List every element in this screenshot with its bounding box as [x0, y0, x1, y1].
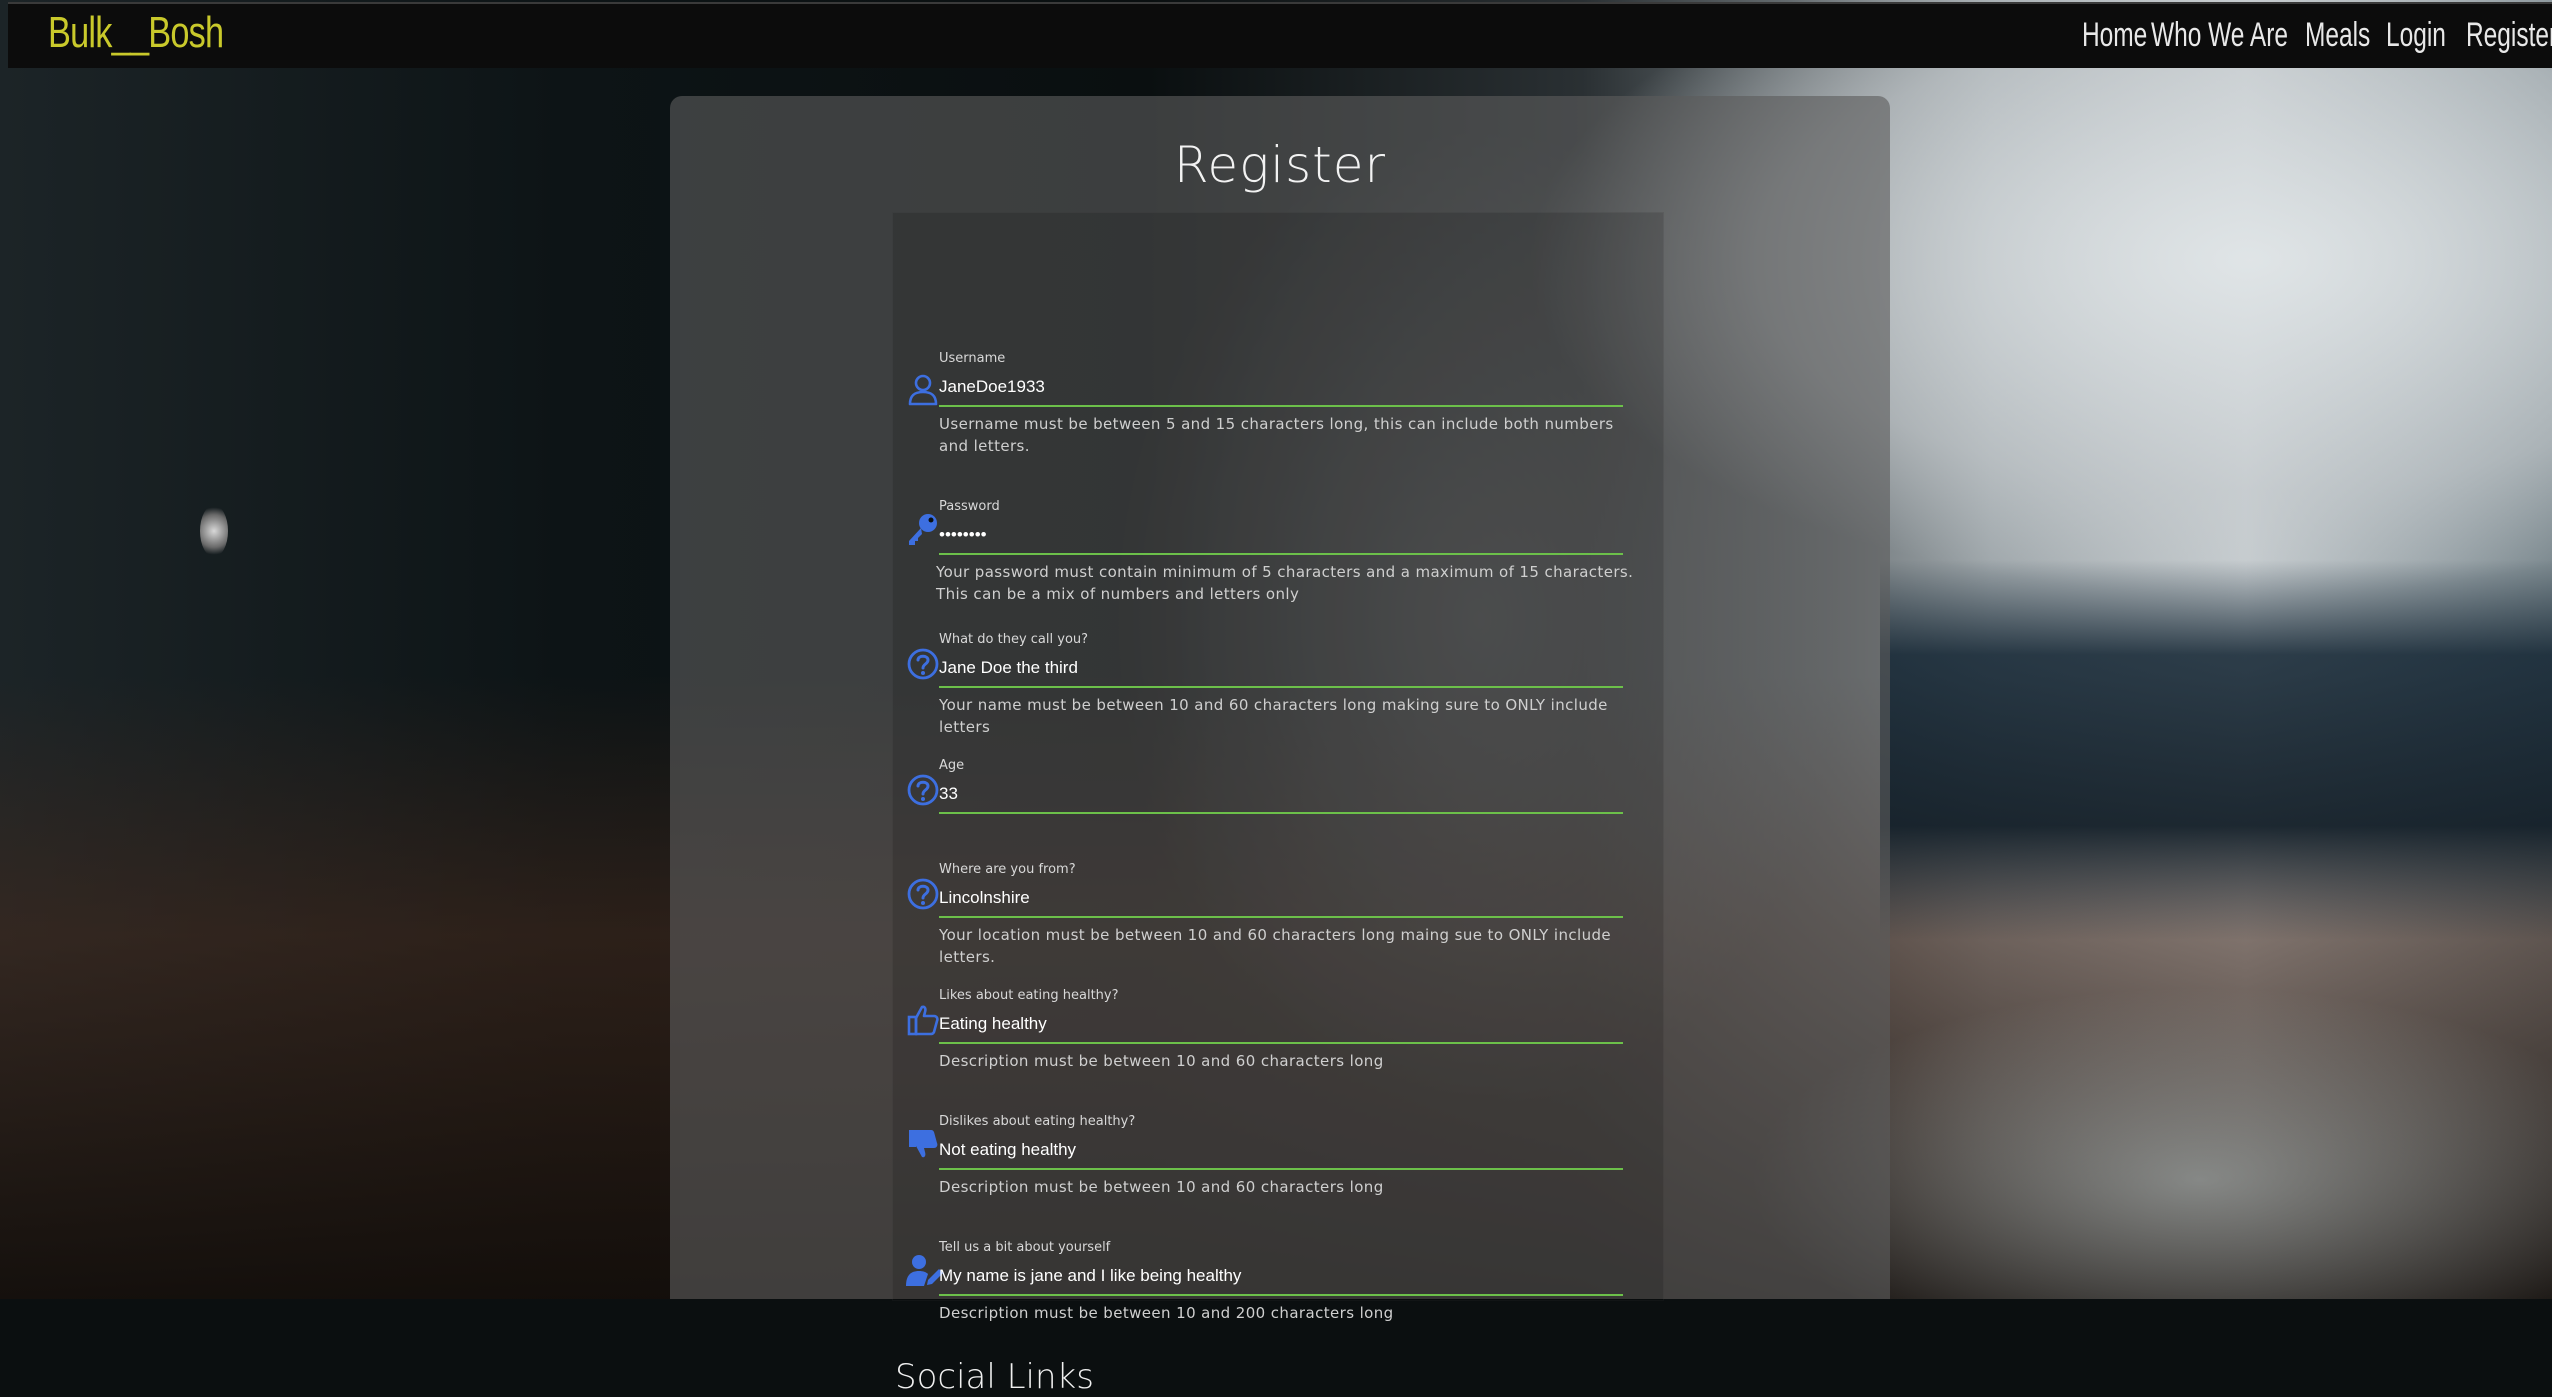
username-help: Username must be between 5 and 15 charac… — [939, 415, 1614, 455]
nav-login[interactable]: Login — [2386, 16, 2446, 55]
age-label: Age — [939, 758, 965, 773]
register-form: Username Username must be between 5 and … — [892, 212, 1664, 1397]
password-input[interactable] — [939, 517, 1623, 555]
key-icon — [905, 511, 941, 547]
question-circle-icon — [905, 876, 941, 912]
user-edit-icon — [905, 1252, 943, 1288]
name-label: What do they call you? — [939, 632, 1089, 647]
question-circle-icon — [905, 646, 941, 682]
background-shade — [1880, 560, 2552, 940]
thumbs-up-icon — [905, 1002, 941, 1038]
dislikes-label: Dislikes about eating healthy? — [939, 1114, 1136, 1129]
nav-who-we-are[interactable]: Who We Are — [2151, 16, 2288, 55]
name-input[interactable] — [939, 650, 1623, 688]
likes-help: Description must be between 10 and 60 ch… — [939, 1052, 1384, 1070]
username-label: Username — [939, 351, 1006, 366]
location-label: Where are you from? — [939, 862, 1076, 877]
password-help: Your password must contain minimum of 5 … — [936, 563, 1634, 603]
nav-home[interactable]: Home — [2082, 16, 2147, 55]
age-input[interactable] — [939, 776, 1623, 814]
about-input[interactable] — [939, 1258, 1623, 1296]
social-links-heading: Social Links — [895, 1357, 1094, 1397]
register-card: Register Username Username must be betwe… — [670, 96, 1890, 1397]
background-highlight — [200, 505, 228, 557]
likes-input[interactable] — [939, 1006, 1623, 1044]
nav-meals[interactable]: Meals — [2305, 16, 2370, 55]
question-circle-icon — [905, 772, 941, 808]
navbar: Bulk__Bosh Home Who We Are Meals Login R… — [8, 2, 2552, 68]
page-title: Register — [1173, 136, 1387, 194]
username-input[interactable] — [939, 369, 1623, 407]
user-icon — [905, 371, 941, 407]
nav-register[interactable]: Register — [2466, 16, 2552, 55]
about-label: Tell us a bit about yourself — [939, 1240, 1111, 1255]
password-label: Password — [939, 499, 1000, 514]
name-help: Your name must be between 10 and 60 char… — [939, 696, 1608, 736]
brand-logo[interactable]: Bulk__Bosh — [48, 8, 224, 58]
dislikes-input[interactable] — [939, 1132, 1623, 1170]
about-help: Description must be between 10 and 200 c… — [939, 1304, 1394, 1322]
thumbs-down-icon — [905, 1126, 941, 1162]
location-help: Your location must be between 10 and 60 … — [939, 926, 1612, 966]
likes-label: Likes about eating healthy? — [939, 988, 1119, 1003]
dislikes-help: Description must be between 10 and 60 ch… — [939, 1178, 1384, 1196]
location-input[interactable] — [939, 880, 1623, 918]
